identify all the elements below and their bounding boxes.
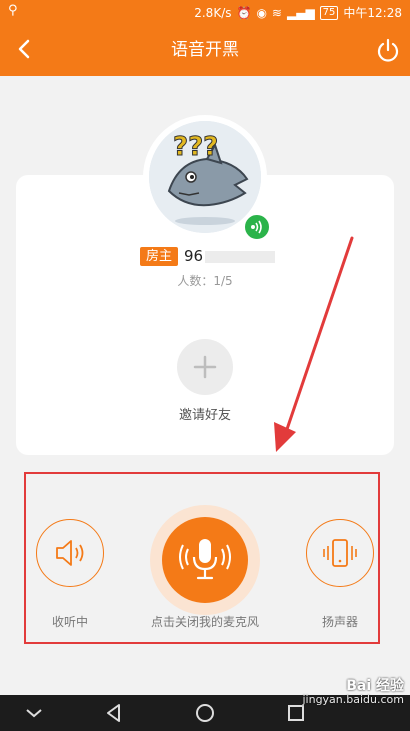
back-arrow-icon[interactable]	[10, 34, 40, 64]
owner-info: 房主 96	[140, 246, 276, 266]
watermark-brand: Bai 经验	[346, 678, 404, 694]
listen-label: 收听中	[51, 615, 88, 629]
invite-friend-button[interactable]	[177, 339, 233, 395]
signal-icon: ▂▄▆	[286, 5, 315, 20]
headphone-volume-icon	[56, 540, 84, 566]
hide-keyboard-icon[interactable]	[22, 701, 46, 725]
owner-id-text: 96	[184, 247, 204, 265]
back-triangle-icon[interactable]	[102, 701, 126, 725]
battery-indicator: 75	[319, 5, 339, 20]
app-header: 语音开黑	[0, 24, 410, 76]
speaker-button[interactable]	[306, 519, 374, 587]
home-circle-icon[interactable]	[193, 701, 217, 725]
member-count: 人数：1/5	[177, 274, 233, 288]
status-bar: ⚲ 2.8K/s ⏰ ◉ ≋ ▂▄▆ 75 中午12:28	[0, 0, 410, 24]
speaking-icon	[243, 213, 271, 241]
speaker-label: 扬声器	[321, 615, 358, 629]
phone-vibrate-icon	[323, 539, 357, 567]
microphone-label: 点击关闭我的麦克风	[150, 615, 259, 629]
page-title: 语音开黑	[171, 40, 239, 60]
owner-id-blur	[205, 250, 276, 263]
avatar-question-marks: ???	[173, 132, 218, 162]
plus-icon	[193, 355, 217, 379]
status-icons: 2.8K/s ⏰ ◉ ≋ ▂▄▆ 75 中午12:28	[194, 4, 402, 21]
power-icon[interactable]	[374, 36, 402, 64]
owner-id: 96	[184, 247, 276, 265]
listen-button[interactable]	[36, 519, 104, 587]
microphone-button[interactable]	[162, 517, 248, 603]
alarm-icon: ⏰	[236, 5, 252, 20]
network-speed: 2.8K/s	[194, 5, 232, 20]
invite-friend-label: 邀请好友	[178, 408, 231, 423]
baidu-watermark: Bai 经验 jingyan.baidu.com	[302, 678, 404, 706]
wifi-icon: ≋	[271, 5, 282, 20]
clock: 中午12:28	[343, 6, 402, 20]
eye-icon: ◉	[256, 5, 267, 20]
owner-badge: 房主	[140, 246, 179, 266]
watermark-url: jingyan.baidu.com	[302, 693, 404, 706]
microphone-icon	[179, 539, 231, 580]
key-icon: ⚲	[8, 3, 18, 18]
